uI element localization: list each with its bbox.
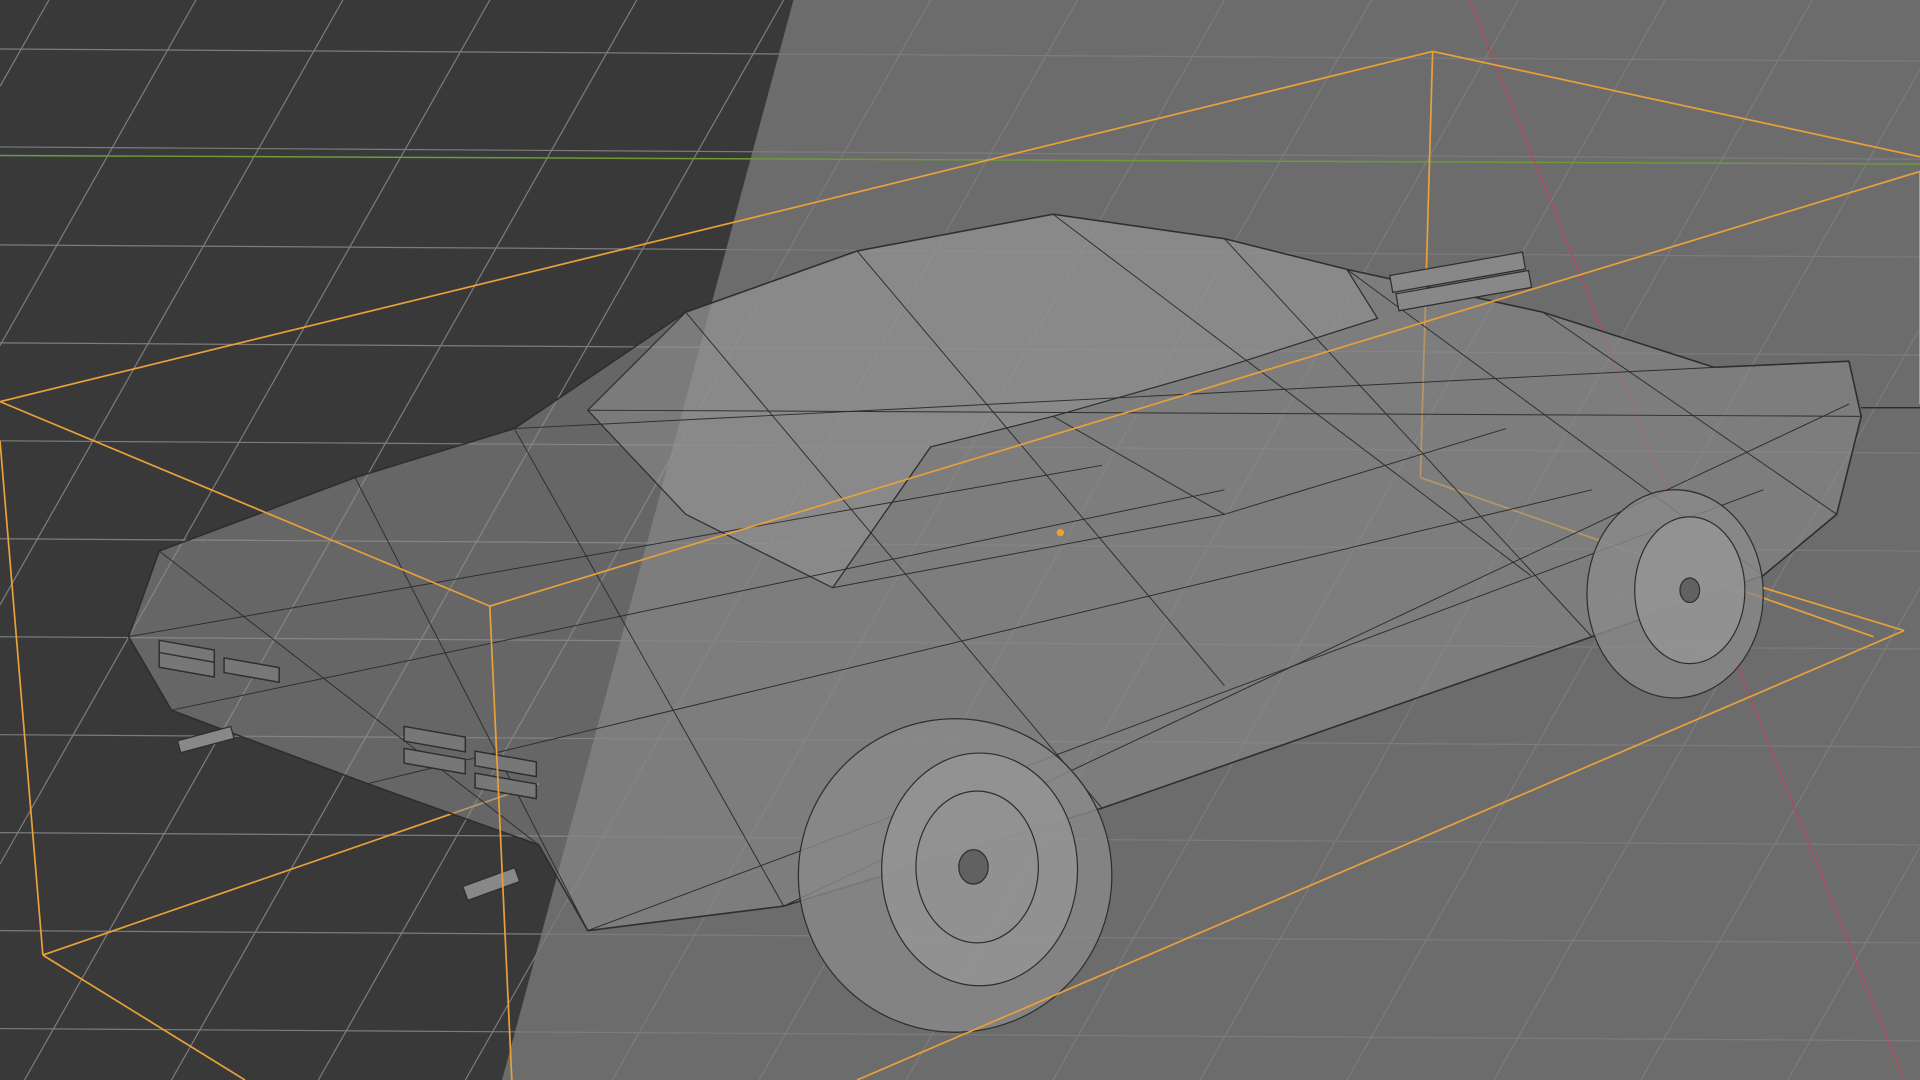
- front-wheel[interactable]: [797, 718, 1113, 1033]
- rear-wheel[interactable]: [1586, 489, 1764, 699]
- viewport-canvas[interactable]: [0, 0, 1920, 1080]
- origin-point-icon[interactable]: [1056, 528, 1065, 537]
- 3d-viewport[interactable]: [0, 0, 1920, 1080]
